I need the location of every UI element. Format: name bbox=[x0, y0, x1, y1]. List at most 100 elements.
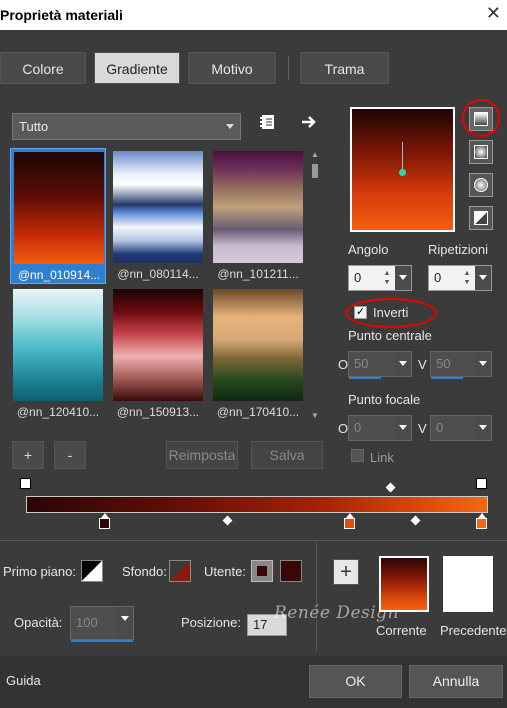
tab-trama[interactable]: Trama bbox=[300, 52, 389, 84]
stepper-icon[interactable]: ▲ ▼ bbox=[461, 419, 473, 437]
sunburst-gradient-icon bbox=[474, 211, 488, 225]
user-color-swatch[interactable] bbox=[251, 560, 273, 582]
save-button[interactable]: Salva bbox=[251, 441, 323, 469]
add-swatch-button[interactable]: + bbox=[12, 441, 44, 469]
title-bar: Proprietà materiali ✕ bbox=[0, 0, 507, 30]
user-color-fill bbox=[257, 566, 267, 576]
tab-divider bbox=[288, 56, 289, 80]
gradient-swatch[interactable]: @nn_150913... bbox=[110, 286, 206, 422]
current-swatch[interactable] bbox=[379, 556, 429, 612]
gradient-thumbnail bbox=[14, 152, 104, 264]
color-stop[interactable] bbox=[344, 513, 355, 529]
gradient-preview[interactable] bbox=[350, 107, 455, 232]
help-link[interactable]: Guida bbox=[6, 673, 41, 688]
notebook-icon[interactable] bbox=[258, 113, 278, 133]
center-o-input[interactable]: 50 ▲ ▼ bbox=[348, 351, 412, 379]
stepper-icon[interactable]: ▲ ▼ bbox=[461, 269, 473, 287]
angle-value: 0 bbox=[354, 270, 362, 285]
color-midpoint[interactable] bbox=[222, 515, 233, 526]
swatch-label: @nn_120410... bbox=[16, 405, 100, 419]
close-icon[interactable]: ✕ bbox=[486, 3, 501, 23]
gradient-swatch[interactable]: @nn_120410... bbox=[10, 286, 106, 422]
scroll-up-icon[interactable]: ▲ bbox=[311, 150, 319, 159]
focal-o-dropdown[interactable] bbox=[395, 416, 411, 440]
repeats-input[interactable]: 0 ▲ ▼ bbox=[428, 265, 492, 291]
focal-v-input[interactable]: 0 ▲ ▼ bbox=[430, 415, 492, 441]
previous-label: Precedente bbox=[440, 623, 507, 638]
stepper-icon[interactable]: ▲ ▼ bbox=[381, 419, 393, 437]
swatch-label: @nn_150913... bbox=[116, 405, 200, 419]
focal-v-label: V bbox=[418, 421, 427, 436]
opacity-stop-start[interactable] bbox=[20, 478, 31, 489]
opacity-label: Opacità: bbox=[14, 615, 63, 630]
remove-swatch-button[interactable]: - bbox=[54, 441, 86, 469]
angle-label: Angolo bbox=[348, 242, 389, 257]
stepper-icon[interactable]: ▲ ▼ bbox=[103, 614, 115, 632]
center-v-input[interactable]: 50 ▲ ▼ bbox=[430, 351, 492, 379]
gradient-swatch[interactable]: @nn_101211... bbox=[210, 148, 306, 284]
chevron-down-icon bbox=[226, 124, 234, 129]
background-swatch[interactable] bbox=[169, 560, 191, 582]
repeats-value: 0 bbox=[434, 270, 442, 285]
category-select[interactable]: Tutto bbox=[12, 113, 241, 140]
rectangular-style-button[interactable] bbox=[469, 140, 493, 164]
gradient-bar[interactable] bbox=[26, 496, 488, 513]
center-o-dropdown[interactable] bbox=[395, 352, 411, 376]
angle-dropdown[interactable] bbox=[395, 266, 411, 290]
previous-swatch[interactable] bbox=[443, 556, 493, 612]
swatch-label: @nn_101211... bbox=[217, 267, 299, 281]
center-v-dropdown[interactable] bbox=[475, 352, 491, 376]
color-stop[interactable] bbox=[99, 513, 110, 529]
center-point-label: Punto centrale bbox=[348, 328, 432, 343]
link-checkbox[interactable] bbox=[351, 449, 364, 462]
scroll-thumb[interactable] bbox=[312, 164, 318, 178]
gradient-thumbnail bbox=[13, 289, 103, 401]
gradient-thumbnail bbox=[113, 289, 203, 401]
focal-v-dropdown[interactable] bbox=[475, 416, 491, 440]
scroll-down-icon[interactable]: ▼ bbox=[311, 411, 319, 420]
opacity-input[interactable]: 100 ▲ ▼ bbox=[70, 606, 134, 642]
focal-o-value: 0 bbox=[354, 420, 362, 435]
repeats-label: Ripetizioni bbox=[428, 242, 488, 257]
repeats-dropdown[interactable] bbox=[475, 266, 491, 290]
radial-gradient-icon bbox=[474, 178, 488, 192]
focal-o-input[interactable]: 0 ▲ ▼ bbox=[348, 415, 412, 441]
stepper-icon[interactable]: ▲ ▼ bbox=[381, 269, 393, 287]
add-to-swatches-button[interactable]: + bbox=[333, 559, 359, 585]
color-midpoint[interactable] bbox=[410, 515, 421, 526]
divider bbox=[316, 542, 317, 652]
color-stop[interactable] bbox=[476, 513, 487, 529]
tab-motivo[interactable]: Motivo bbox=[188, 52, 276, 84]
stepper-icon[interactable]: ▲ ▼ bbox=[381, 355, 393, 373]
foreground-swatch[interactable] bbox=[81, 560, 103, 582]
gradient-swatch[interactable]: @nn_010914... bbox=[10, 148, 106, 284]
sunburst-style-button[interactable] bbox=[469, 206, 493, 230]
gradient-grid: @nn_010914... @nn_080114... @nn_101211..… bbox=[10, 148, 305, 422]
arrow-right-icon[interactable] bbox=[299, 113, 319, 133]
angle-handle[interactable] bbox=[402, 142, 403, 172]
ok-button[interactable]: OK bbox=[309, 665, 402, 698]
gradient-swatch[interactable]: @nn_080114... bbox=[110, 148, 206, 284]
radial-style-button[interactable] bbox=[469, 173, 493, 197]
grid-scrollbar[interactable]: ▲ ▼ bbox=[309, 148, 321, 422]
opacity-midpoint[interactable] bbox=[385, 482, 396, 493]
divider bbox=[0, 540, 507, 541]
focal-point-label: Punto focale bbox=[348, 392, 421, 407]
stepper-icon[interactable]: ▲ ▼ bbox=[461, 355, 473, 373]
center-v-label: V bbox=[418, 357, 427, 372]
tab-colore[interactable]: Colore bbox=[0, 52, 86, 84]
highlight-circle bbox=[462, 99, 500, 137]
tab-gradiente[interactable]: Gradiente bbox=[94, 52, 180, 84]
focal-v-value: 0 bbox=[436, 420, 444, 435]
center-o-label: O bbox=[338, 357, 349, 372]
opacity-stop-end[interactable] bbox=[476, 478, 487, 489]
cancel-button[interactable]: Annulla bbox=[409, 665, 503, 698]
reset-button[interactable]: Reimposta bbox=[166, 441, 238, 469]
gradient-swatch[interactable]: @nn_170410... bbox=[210, 286, 306, 422]
window-title: Proprietà materiali bbox=[0, 7, 123, 23]
angle-input[interactable]: 0 ▲ ▼ bbox=[348, 265, 412, 291]
center-point-handle[interactable] bbox=[399, 169, 406, 176]
user-color-swatch-2[interactable] bbox=[280, 560, 302, 582]
opacity-dropdown[interactable] bbox=[117, 607, 133, 639]
opacity-value: 100 bbox=[76, 615, 98, 630]
